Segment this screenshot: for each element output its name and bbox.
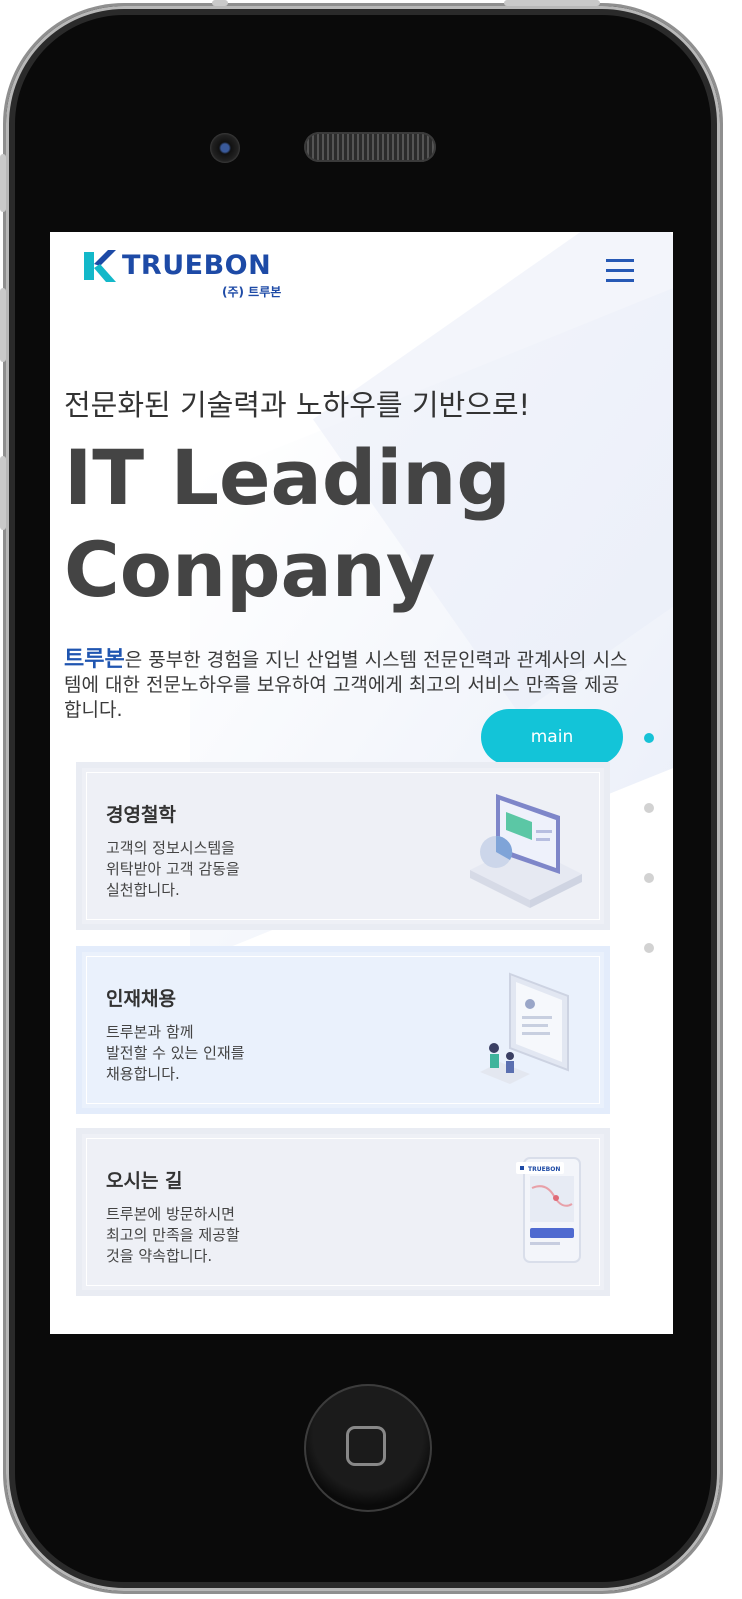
phone-screen: TRUEBON (주) 트루본 전문화된 기술력과 노하우를 기반으로! IT … [50, 232, 673, 1334]
logo-subtitle: (주) 트루본 [222, 285, 282, 299]
power-button [504, 0, 600, 6]
card-recruitment[interactable]: 인재채용 트루본과 함께 발전할 수 있는 인재를 채용합니다. [76, 946, 610, 1114]
hero-subtitle: 전문화된 기술력과 노하우를 기반으로! [64, 388, 531, 422]
volume-down-button [0, 456, 6, 530]
pager-dot-2[interactable] [644, 803, 654, 813]
map-phone-illustration: TRUEBON [516, 1157, 581, 1263]
card-text: 트루본에 방문하시면 최고의 만족을 제공할 것을 약속합니다. [106, 1205, 240, 1265]
logo-mark-icon [84, 250, 116, 282]
home-square-icon [346, 1426, 386, 1466]
computer-monitor-illustration [470, 794, 582, 908]
headline-line-2: Conpany [64, 525, 436, 614]
hero-headline: IT Leading Conpany [64, 432, 511, 616]
mini-logo-text: TRUEBON [528, 1166, 560, 1173]
card-philosophy[interactable]: 경영철학 고객의 정보시스템을 위탁받아 고객 감동을 실천합니다. [76, 762, 610, 930]
card-title: 경영철학 [106, 804, 176, 826]
company-logo[interactable]: TRUEBON (주) 트루본 [82, 246, 302, 299]
top-notch [212, 0, 228, 6]
card-text: 트루본과 함께 발전할 수 있는 인재를 채용합니다. [106, 1023, 245, 1083]
mute-switch [0, 154, 6, 212]
pager-dot-4[interactable] [644, 943, 654, 953]
tablet-people-illustration [480, 972, 569, 1084]
card-title: 인재채용 [106, 988, 176, 1010]
pager-dot-1[interactable] [644, 733, 654, 743]
front-camera [210, 133, 240, 163]
main-nav-button[interactable]: main [481, 709, 623, 765]
headline-line-1: IT Leading [64, 433, 511, 522]
card-text: 고객의 정보시스템을 위탁받아 고객 감동을 실천합니다. [106, 839, 240, 899]
earpiece-speaker [304, 132, 436, 162]
hamburger-icon[interactable] [606, 257, 634, 285]
card-directions[interactable]: 오시는 길 트루본에 방문하시면 최고의 만족을 제공할 것을 약속합니다. T… [76, 1128, 610, 1296]
card-title: 오시는 길 [106, 1170, 183, 1192]
home-button[interactable] [304, 1384, 432, 1512]
brand-name: 트루본 [64, 647, 125, 672]
pager-dot-3[interactable] [644, 873, 654, 883]
volume-up-button [0, 288, 6, 362]
logo-wordmark: TRUEBON [122, 250, 272, 281]
